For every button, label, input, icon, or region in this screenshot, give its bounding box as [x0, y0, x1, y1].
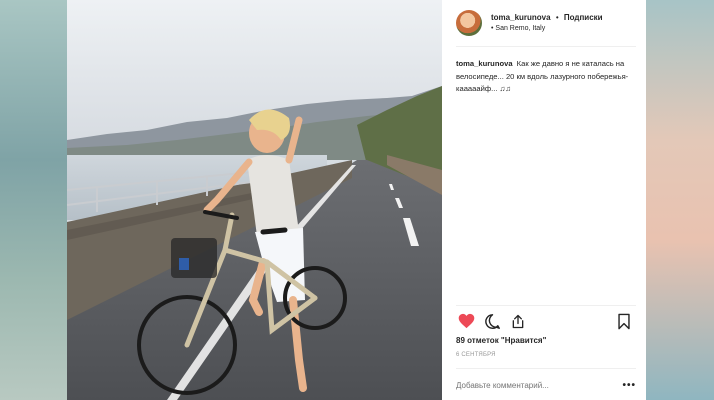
username-link[interactable]: toma_kurunova: [491, 13, 551, 22]
avatar[interactable]: [456, 10, 482, 36]
post-photo[interactable]: [67, 0, 442, 400]
header-divider: [456, 46, 636, 47]
separator-dot: •: [555, 12, 559, 22]
post-actions: [456, 311, 634, 331]
location-link[interactable]: San Remo, Italy: [495, 25, 545, 32]
post-side-panel: toma_kurunova • Подписки • San Remo, Ita…: [442, 0, 646, 400]
comment-box: •••: [456, 375, 636, 395]
post-date: 6 СЕНТЯБРЯ: [456, 352, 496, 358]
comment-divider: [456, 368, 636, 369]
instagram-post: toma_kurunova • Подписки • San Remo, Ita…: [67, 0, 646, 400]
likes-count[interactable]: 89 отметок "Нравится": [456, 336, 546, 345]
bookmark-icon[interactable]: [614, 311, 634, 331]
more-options-icon[interactable]: •••: [622, 380, 636, 391]
comment-input[interactable]: [456, 380, 623, 390]
heart-filled-icon[interactable]: [456, 311, 476, 331]
background-blur-left: [0, 0, 67, 400]
comment-icon[interactable]: [482, 311, 502, 331]
following-button[interactable]: Подписки: [564, 13, 603, 22]
share-icon[interactable]: [508, 311, 528, 331]
post-caption: toma_kurunova Как же давно я не каталась…: [456, 58, 640, 96]
actions-divider: [456, 305, 636, 306]
location-dot: •: [491, 24, 494, 32]
caption-username-link[interactable]: toma_kurunova: [456, 59, 513, 68]
post-header: toma_kurunova • Подписки • San Remo, Ita…: [442, 0, 646, 46]
background-blur-right: [646, 0, 714, 400]
